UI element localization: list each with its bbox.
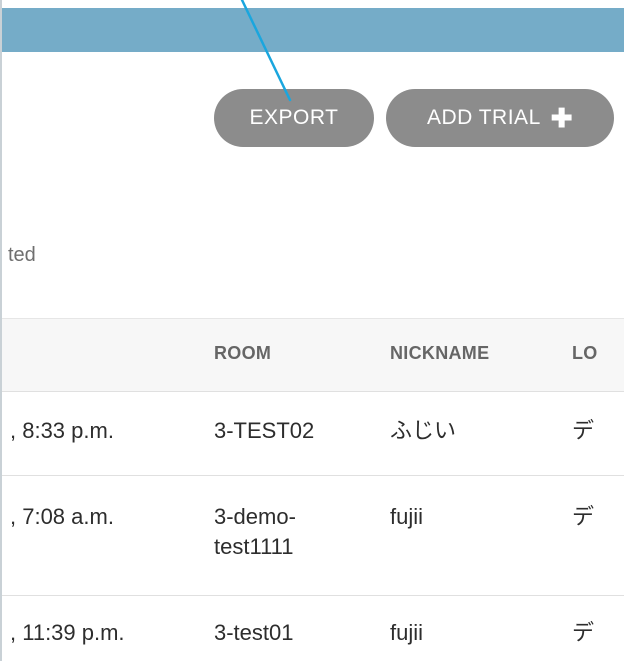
- column-header-location[interactable]: LO: [572, 343, 598, 364]
- table-row[interactable]: , 7:08 a.m. 3-demo- test1111 fujii デ: [2, 476, 624, 596]
- cell-room: 3-demo- test1111: [214, 502, 384, 562]
- cell-location: デ: [572, 620, 595, 645]
- cell-date: , 8:33 p.m.: [10, 418, 114, 443]
- cell-room-line-1: 3-demo-: [214, 504, 296, 529]
- top-bar: [2, 8, 624, 52]
- export-button-label: EXPORT: [249, 106, 339, 129]
- cell-location: デ: [572, 504, 595, 529]
- add-trial-button[interactable]: ADD TRIAL ✚: [386, 89, 614, 147]
- status-text: ted: [8, 244, 36, 266]
- cell-nickname: fujii: [390, 620, 424, 645]
- column-header-nickname[interactable]: NICKNAME: [390, 343, 489, 364]
- add-trial-button-label: ADD TRIAL: [426, 106, 541, 129]
- cell-date: , 7:08 a.m.: [10, 504, 114, 529]
- cell-date: , 11:39 p.m.: [10, 620, 125, 645]
- export-button[interactable]: EXPORT: [214, 89, 374, 147]
- table-header-row: [2, 318, 624, 392]
- plus-icon: ✚: [550, 103, 574, 133]
- table-row[interactable]: , 8:33 p.m. 3-TEST02 ふじい デ: [2, 392, 624, 476]
- cell-room-line-2: test1111: [214, 534, 294, 559]
- cell-nickname: fujii: [390, 504, 424, 529]
- cell-room: 3-test01: [214, 620, 294, 645]
- cell-location: デ: [572, 418, 595, 443]
- table-row[interactable]: , 11:39 p.m. 3-test01 fujii デ: [2, 596, 624, 661]
- column-header-room[interactable]: ROOM: [214, 343, 271, 364]
- cell-nickname: ふじい: [390, 418, 457, 443]
- cell-room: 3-TEST02: [214, 418, 315, 443]
